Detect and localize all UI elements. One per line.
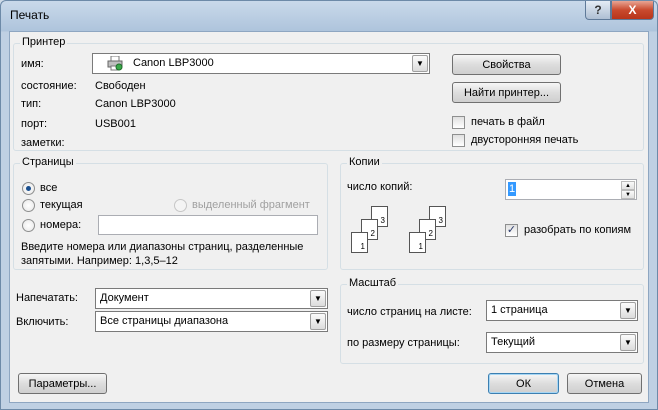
pages-per-sheet-value: 1 страница (491, 304, 548, 316)
find-printer-button[interactable]: Найти принтер... (452, 82, 561, 103)
chevron-down-icon[interactable]: ▼ (310, 313, 326, 330)
port-label: порт: (21, 118, 48, 130)
copies-count-spinner[interactable]: 1 ▲ ▼ (505, 179, 637, 200)
close-icon: X (628, 3, 637, 17)
printer-name-label: имя: (21, 58, 44, 70)
print-dialog: Печать ? X Принтер имя: Canon LBP3000 ▼ … (0, 0, 658, 410)
cancel-button[interactable]: Отмена (567, 373, 642, 394)
notes-label: заметки: (21, 137, 65, 149)
print-to-file-label[interactable]: печать в файл (471, 116, 545, 128)
window-title: Печать (10, 8, 50, 22)
spin-up-icon[interactable]: ▲ (621, 181, 635, 190)
title-bar[interactable]: Печать ? X (1, 1, 657, 31)
status-label: состояние: (21, 80, 77, 92)
printer-group-title: Принтер (20, 36, 68, 48)
pages-numbers-input[interactable] (98, 215, 318, 235)
copies-group-title: Копии (347, 156, 382, 168)
printer-name-select[interactable]: Canon LBP3000 ▼ (92, 53, 430, 74)
scale-to-paper-label: по размеру страницы: (347, 337, 460, 349)
type-label: тип: (21, 98, 42, 110)
chevron-down-icon[interactable]: ▼ (412, 55, 428, 72)
pages-current-label[interactable]: текущая (40, 199, 83, 211)
zoom-group: Масштаб число страниц на листе: 1 страни… (340, 277, 644, 364)
collate-checkbox[interactable]: ✓ (505, 224, 518, 237)
pages-selection-label[interactable]: выделенный фрагмент (192, 199, 310, 211)
chevron-down-icon[interactable]: ▼ (620, 302, 636, 319)
page-icon: 1 (351, 232, 368, 253)
print-to-file-checkbox[interactable] (452, 116, 465, 129)
zoom-group-title: Масштаб (347, 277, 399, 289)
pages-hint: Введите номера или диапазоны страниц, ра… (21, 241, 304, 267)
printer-name-value: Canon LBP3000 (133, 57, 214, 69)
print-what-label: Напечатать: (16, 292, 78, 304)
collated-stack-illustration-2: 3 2 1 (407, 206, 457, 264)
pages-selection-radio[interactable] (174, 199, 187, 212)
help-button[interactable]: ? (585, 1, 611, 20)
help-icon: ? (594, 3, 602, 17)
include-select[interactable]: Все страницы диапазона ▼ (95, 311, 328, 332)
dialog-client-area: Принтер имя: Canon LBP3000 ▼ состояние: … (9, 31, 649, 403)
status-value: Свободен (95, 80, 146, 92)
pages-current-radio[interactable] (22, 199, 35, 212)
collated-stack-illustration-1: 3 2 1 (349, 206, 399, 264)
collate-label[interactable]: разобрать по копиям (524, 224, 631, 236)
printer-group: Принтер имя: Canon LBP3000 ▼ состояние: … (13, 36, 644, 151)
printer-icon (107, 55, 123, 71)
copies-count-label: число копий: (347, 181, 413, 193)
copies-group: Копии число копий: 1 ▲ ▼ 3 2 1 3 2 1 ✓ р… (340, 156, 644, 270)
pages-per-sheet-select[interactable]: 1 страница ▼ (486, 300, 638, 321)
print-what-value: Документ (100, 292, 149, 304)
copies-count-value[interactable]: 1 (508, 182, 517, 196)
type-value: Canon LBP3000 (95, 98, 176, 110)
include-value: Все страницы диапазона (100, 315, 229, 327)
chevron-down-icon[interactable]: ▼ (620, 334, 636, 351)
duplex-label[interactable]: двусторонняя печать (471, 134, 578, 146)
pages-all-radio[interactable] (22, 182, 35, 195)
close-button[interactable]: X (611, 1, 654, 20)
port-value: USB001 (95, 118, 136, 130)
pages-numbers-radio[interactable] (22, 219, 35, 232)
properties-button[interactable]: Свойства (452, 54, 561, 75)
pages-numbers-label[interactable]: номера: (40, 219, 81, 231)
options-button[interactable]: Параметры... (18, 373, 107, 394)
pages-per-sheet-label: число страниц на листе: (347, 306, 472, 318)
pages-all-label[interactable]: все (40, 182, 57, 194)
chevron-down-icon[interactable]: ▼ (310, 290, 326, 307)
spin-down-icon[interactable]: ▼ (621, 190, 635, 199)
page-icon: 1 (409, 232, 426, 253)
print-what-select[interactable]: Документ ▼ (95, 288, 328, 309)
scale-to-paper-value: Текущий (491, 336, 535, 348)
include-label: Включить: (16, 316, 69, 328)
scale-to-paper-select[interactable]: Текущий ▼ (486, 332, 638, 353)
pages-group-title: Страницы (20, 156, 76, 168)
ok-button[interactable]: ОК (488, 373, 559, 394)
duplex-checkbox[interactable] (452, 134, 465, 147)
pages-group: Страницы все текущая выделенный фрагмент… (13, 156, 328, 270)
